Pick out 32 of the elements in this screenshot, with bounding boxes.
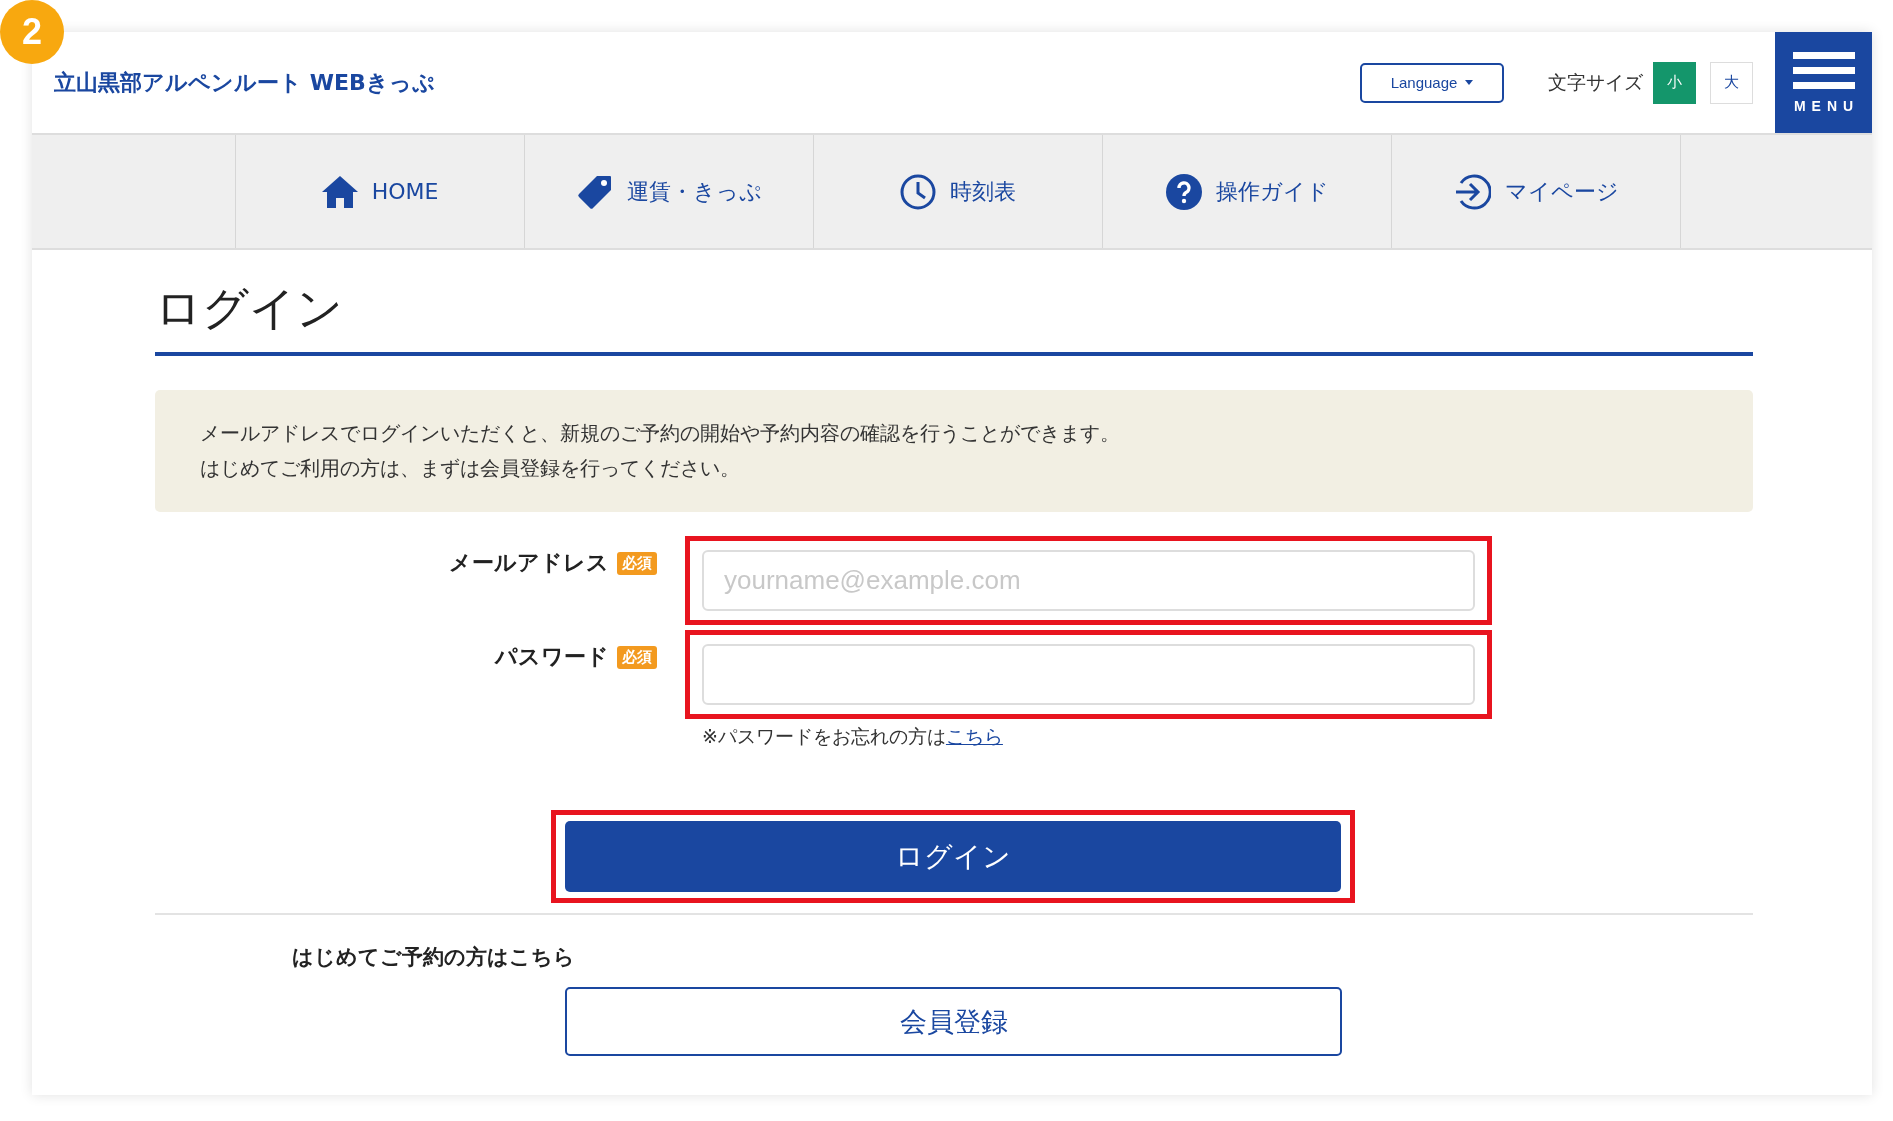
input-field[interactable]: [702, 644, 1475, 705]
page-title: ログイン: [155, 278, 1753, 356]
required-tag: 必須: [617, 551, 657, 575]
first-time-heading: はじめてご予約の方はこちら: [292, 944, 576, 971]
step-badge: 2: [0, 0, 64, 64]
nav-link[interactable]: 運賃・きっぷ: [524, 135, 813, 248]
forgot-password-text: ※パスワードをお忘れの方はこちら: [702, 724, 1004, 749]
menu-button[interactable]: MENU: [1775, 32, 1872, 133]
caret-icon: [1465, 80, 1474, 85]
arrow-circle-icon: [1453, 172, 1491, 211]
nav-link[interactable]: マイページ: [1391, 135, 1680, 248]
help-icon: [1165, 173, 1202, 210]
home-icon: [321, 175, 358, 208]
nav-link[interactable]: 時刻表: [813, 135, 1102, 248]
nav-link[interactable]: 操作ガイド: [1102, 135, 1391, 248]
register-button[interactable]: 会員登録: [565, 987, 1342, 1056]
field-label: メールアドレス: [449, 549, 609, 577]
language-dropdown[interactable]: Language: [1360, 62, 1504, 103]
font-size-button[interactable]: 大: [1710, 61, 1753, 104]
clock-icon: [900, 173, 936, 210]
notice-text: メールアドレスでログインいただくと、新規のご予約の開始や予約内容の確認を行うことができます。: [200, 420, 1121, 447]
login-button[interactable]: ログイン: [565, 821, 1341, 892]
menu-icon: [1792, 51, 1855, 90]
tag-icon: [576, 173, 613, 210]
font-size-button[interactable]: 小: [1653, 61, 1696, 104]
forgot-password-link[interactable]: こちら: [945, 725, 1003, 747]
field-label: パスワード: [495, 643, 609, 671]
required-tag: 必須: [617, 645, 657, 669]
site-title[interactable]: 立山黒部アルペンルート WEBきっぷ: [54, 67, 435, 98]
nav-link[interactable]: HOME: [235, 135, 524, 248]
notice-text: はじめてご利用の方は、まずは会員登録を行ってください。: [200, 455, 741, 482]
font-size-label: 文字サイズ: [1548, 69, 1643, 95]
